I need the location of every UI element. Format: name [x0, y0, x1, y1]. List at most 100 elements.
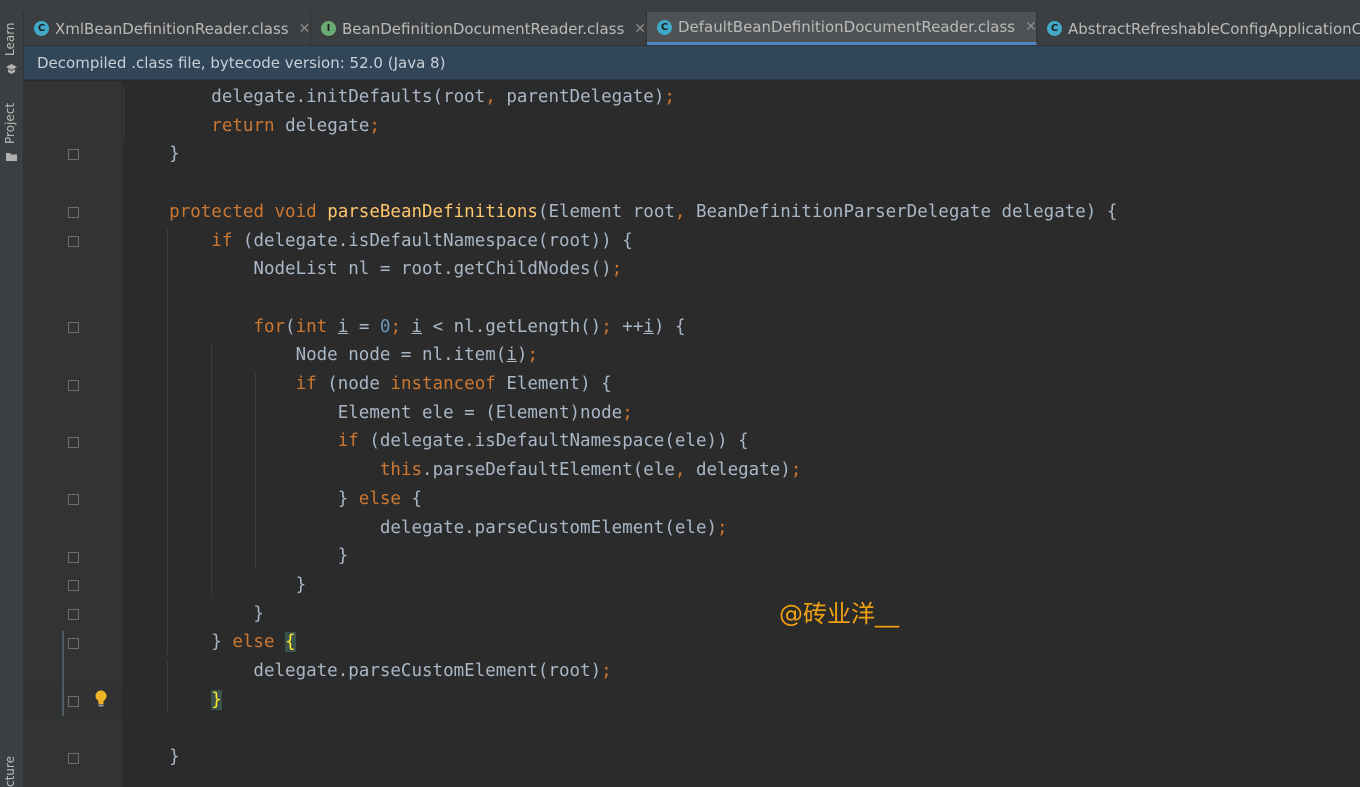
code-token: ;: [601, 661, 612, 681]
close-icon[interactable]: ✕: [299, 21, 311, 37]
code-text[interactable]: delegate.initDefaults(root, parentDelega…: [127, 83, 1357, 783]
code-token: }: [127, 603, 264, 624]
tab-label: XmlBeanDefinitionReader.class: [55, 19, 289, 38]
code-token: ,: [485, 87, 507, 107]
fold-marker[interactable]: [68, 552, 79, 563]
code-line[interactable]: }: [127, 743, 180, 772]
editor-tab-bar: C XmlBeanDefinitionReader.class ✕ I Bean…: [24, 12, 1360, 46]
code-line[interactable]: delegate.parseCustomElement(root);: [127, 657, 612, 686]
code-line[interactable]: if (node instanceof Element) {: [127, 370, 612, 399]
code-line[interactable]: }: [127, 686, 222, 715]
code-token: 0: [379, 316, 391, 337]
code-token: instanceof: [390, 374, 507, 394]
code-token: parseBeanDefinitions: [327, 201, 538, 222]
fold-marker[interactable]: [68, 236, 79, 247]
code-token: }: [127, 488, 359, 509]
code-token: Element ele = (Element)node: [127, 402, 623, 423]
fold-marker[interactable]: [68, 580, 79, 591]
code-token: ;: [601, 316, 623, 337]
code-token: Element) {: [506, 374, 612, 394]
code-token: int: [295, 316, 338, 337]
project-tool-tab[interactable]: Project: [3, 103, 17, 144]
code-line[interactable]: NodeList nl = root.getChildNodes();: [127, 255, 622, 284]
code-token: ;: [664, 87, 675, 107]
class-icon: C: [657, 19, 672, 35]
code-line[interactable]: if (delegate.isDefaultNamespace(root)) {: [127, 227, 633, 256]
code-line[interactable]: } else {: [127, 628, 296, 657]
change-marker[interactable]: [62, 631, 64, 716]
editor-gutter: [24, 81, 122, 787]
code-token: (delegate.isDefaultNamespace(ele)) {: [369, 431, 749, 452]
fold-marker[interactable]: [68, 753, 79, 764]
fold-marker[interactable]: [68, 696, 79, 707]
code-line[interactable]: delegate.parseCustomElement(ele);: [127, 514, 728, 543]
code-token: else: [232, 632, 286, 653]
code-line[interactable]: delegate.initDefaults(root, parentDelega…: [127, 83, 675, 112]
fold-marker[interactable]: [68, 380, 79, 391]
lightbulb-icon[interactable]: [94, 690, 108, 708]
code-token: return: [211, 115, 286, 136]
code-token: Node node = nl.item(: [127, 345, 507, 366]
code-line[interactable]: }: [127, 600, 264, 629]
tab-bean-definition-document-reader[interactable]: I BeanDefinitionDocumentReader.class ✕: [311, 12, 647, 45]
folder-icon[interactable]: [5, 150, 18, 163]
fold-marker[interactable]: [68, 494, 79, 505]
fold-marker[interactable]: [68, 609, 79, 620]
code-token: for: [253, 316, 286, 337]
code-line[interactable]: return delegate;: [127, 112, 380, 141]
code-token: i: [643, 316, 654, 337]
code-token: {: [285, 632, 296, 653]
tab-xml-bean-definition-reader[interactable]: C XmlBeanDefinitionReader.class ✕: [24, 12, 311, 45]
code-token: ;: [369, 115, 380, 136]
code-token: ,: [674, 460, 696, 481]
code-token: ++: [622, 316, 644, 337]
code-line[interactable]: } else {: [127, 485, 422, 514]
code-token: delegate): [695, 460, 791, 481]
structure-tool-tab[interactable]: cture: [3, 756, 17, 787]
fold-marker[interactable]: [68, 437, 79, 448]
code-token: }: [127, 632, 233, 653]
code-token: .parseDefaultElement(ele: [422, 460, 675, 481]
code-line[interactable]: for(int i = 0; i < nl.getLength(); ++i) …: [127, 313, 685, 342]
tab-label: BeanDefinitionDocumentReader.class: [342, 19, 625, 38]
close-icon[interactable]: ✕: [1025, 19, 1037, 35]
interface-icon: I: [321, 21, 336, 36]
code-token: }: [127, 546, 349, 567]
code-token: ;: [622, 402, 633, 423]
code-line[interactable]: Node node = nl.item(i);: [127, 341, 538, 370]
fold-marker[interactable]: [68, 638, 79, 649]
indent-guide: [123, 86, 124, 142]
learn-icon[interactable]: [5, 63, 18, 76]
code-token: ;: [390, 316, 412, 337]
tab-default-bean-definition-document-reader[interactable]: C DefaultBeanDefinitionDocumentReader.cl…: [647, 12, 1037, 45]
decompiled-info-banner: Decompiled .class file, bytecode version…: [24, 46, 1360, 80]
code-token: ;: [717, 517, 728, 538]
fold-marker[interactable]: [68, 322, 79, 333]
fold-marker[interactable]: [68, 149, 79, 160]
code-line[interactable]: }: [127, 571, 307, 600]
learn-tool-tab[interactable]: Learn: [3, 22, 17, 56]
code-token: }: [127, 574, 307, 595]
code-token: ;: [790, 460, 802, 481]
code-line[interactable]: if (delegate.isDefaultNamespace(ele)) {: [127, 427, 749, 456]
code-line[interactable]: protected void parseBeanDefinitions(Elem…: [127, 198, 1117, 227]
code-token: parentDelegate): [506, 87, 665, 107]
code-line[interactable]: }: [127, 140, 180, 169]
banner-text: Decompiled .class file, bytecode version…: [37, 54, 446, 72]
code-token: ;: [527, 345, 538, 366]
code-token: {: [411, 488, 423, 509]
tab-abstract-refreshable-config-application-context[interactable]: C AbstractRefreshableConfigApplicationC: [1037, 12, 1360, 45]
code-line[interactable]: this.parseDefaultElement(ele, delegate);: [127, 456, 801, 485]
close-icon[interactable]: ✕: [634, 21, 646, 37]
fold-marker[interactable]: [68, 207, 79, 218]
code-line[interactable]: }: [127, 542, 349, 571]
code-token: delegate.parseCustomElement(ele): [127, 517, 718, 538]
class-icon: C: [34, 21, 49, 36]
code-line[interactable]: Element ele = (Element)node;: [127, 399, 633, 428]
code-token: (delegate.isDefaultNamespace(root)) {: [242, 230, 633, 251]
code-token: NodeList nl = root.getChildNodes(): [127, 259, 612, 280]
